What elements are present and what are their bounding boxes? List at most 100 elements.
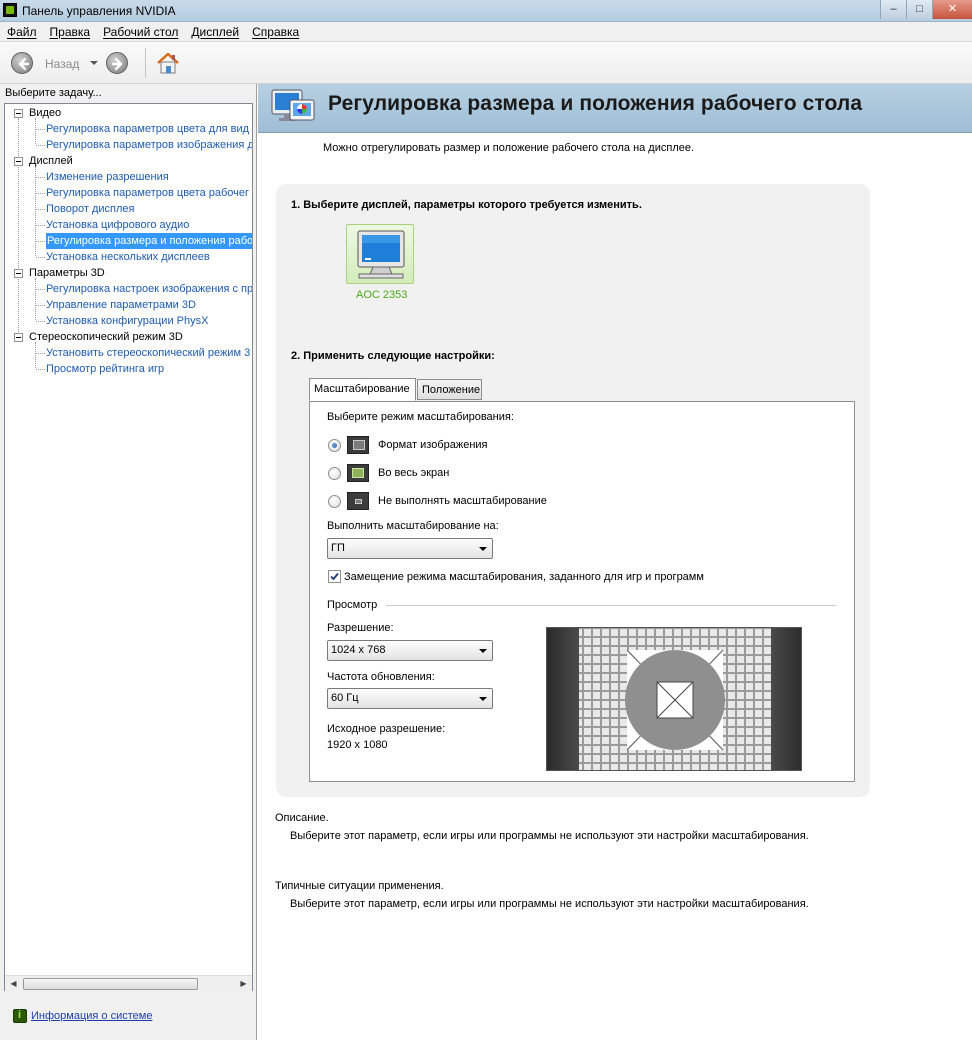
tree-item-3d-preview[interactable]: Регулировка настроек изображения с пр	[46, 281, 252, 297]
tab-scaling[interactable]: Масштабирование	[309, 378, 416, 401]
tree-item-physx[interactable]: Установка конфигурации PhysX	[46, 313, 208, 329]
tree-branch	[36, 209, 45, 210]
minimize-button[interactable]: –	[880, 0, 906, 19]
tree-item-video-image[interactable]: Регулировка параметров изображения д	[46, 137, 252, 153]
tree-branch	[36, 353, 45, 354]
scroll-thumb[interactable]	[23, 978, 198, 990]
tree-category-3d[interactable]: Параметры 3D	[29, 265, 105, 281]
system-info-link[interactable]: Информация о системе	[31, 1010, 152, 1022]
tree-branch	[36, 289, 45, 290]
home-button[interactable]	[155, 51, 181, 75]
native-resolution-label: Исходное разрешение:	[327, 723, 446, 735]
tree-line	[35, 278, 36, 320]
tree-branch	[36, 321, 45, 322]
tree-branch	[36, 225, 45, 226]
display-selector-aoc[interactable]	[346, 224, 414, 284]
tree-branch	[36, 257, 45, 258]
override-scaling-label[interactable]: Замещение режима масштабирования, заданн…	[344, 571, 704, 583]
forward-arrow-icon	[111, 57, 123, 71]
tree-category-stereo-3d[interactable]: Стереоскопический режим 3D	[29, 329, 183, 345]
scaling-tab-content: Выберите режим масштабирования: Формат и…	[309, 401, 855, 782]
resolution-select[interactable]: 1024 x 768	[327, 640, 493, 661]
usage-title: Типичные ситуации применения.	[275, 880, 444, 892]
content-pane: Регулировка размера и положения рабочего…	[258, 84, 972, 1040]
preview-section-label: Просмотр	[327, 599, 378, 611]
toolbar-separator	[145, 48, 146, 78]
tree-line	[35, 118, 36, 144]
tree-line	[35, 342, 36, 368]
option-no-scaling-label[interactable]: Не выполнять масштабирование	[378, 495, 547, 507]
tree-horizontal-scrollbar[interactable]: ◀ ▶	[5, 975, 252, 992]
history-dropdown-icon[interactable]	[90, 61, 98, 65]
tree-item-desktop-color[interactable]: Регулировка параметров цвета рабочег	[46, 185, 249, 201]
expander-stereo[interactable]	[14, 333, 23, 342]
toolbar: Назад	[0, 42, 972, 84]
radio-no-scaling[interactable]	[328, 495, 341, 508]
tree-item-rotate-display[interactable]: Поворот дисплея	[46, 201, 134, 217]
override-scaling-checkbox[interactable]	[328, 570, 341, 583]
tree-item-desktop-size-position[interactable]: Регулировка размера и положения рабо	[46, 233, 252, 249]
task-pane-label: Выберите задачу...	[5, 87, 102, 99]
refresh-rate-label: Частота обновления:	[327, 671, 435, 683]
scroll-left-icon[interactable]: ◀	[5, 976, 22, 992]
menu-file[interactable]: Файл	[0, 25, 43, 39]
task-pane: Выберите задачу... Видео Регулировка пар…	[0, 84, 257, 1040]
title-bar: Панель управления NVIDIA – □ ✕	[0, 0, 972, 22]
tree-item-digital-audio[interactable]: Установка цифрового аудио	[46, 217, 189, 233]
tree-line	[35, 166, 36, 256]
tree-item-3d-settings[interactable]: Управление параметрами 3D	[46, 297, 196, 313]
nvidia-app-icon	[3, 3, 17, 17]
task-tree: Видео Регулировка параметров цвета для в…	[4, 103, 253, 991]
radio-aspect-ratio[interactable]	[328, 439, 341, 452]
forward-button[interactable]	[106, 52, 128, 74]
perform-scaling-on-select[interactable]: ГП	[327, 538, 493, 559]
system-info: Информация о системе	[13, 1009, 152, 1023]
option-aspect-ratio-label[interactable]: Формат изображения	[378, 439, 488, 451]
tree-line	[18, 118, 19, 336]
expander-video[interactable]	[14, 109, 23, 118]
back-arrow-icon	[18, 57, 30, 71]
tree-branch	[36, 369, 45, 370]
expander-display[interactable]	[14, 157, 23, 166]
no-scaling-icon	[347, 492, 369, 510]
expander-3d[interactable]	[14, 269, 23, 278]
tree-item-change-resolution[interactable]: Изменение разрешения	[46, 169, 169, 185]
tree-item-video-color[interactable]: Регулировка параметров цвета для вид	[46, 121, 249, 137]
maximize-button[interactable]: □	[906, 0, 932, 19]
tree-branch	[36, 241, 45, 242]
tab-position[interactable]: Положение	[417, 379, 482, 400]
monitor-icon	[357, 230, 405, 279]
scroll-right-icon[interactable]: ▶	[235, 976, 252, 992]
page-title: Регулировка размера и положения рабочего…	[328, 92, 863, 115]
radio-full-screen[interactable]	[328, 467, 341, 480]
tree-branch	[36, 145, 45, 146]
tree-item-stereo-setup[interactable]: Установить стереоскопический режим 3	[46, 345, 250, 361]
option-full-screen-label[interactable]: Во весь экран	[378, 467, 449, 479]
tree-category-video[interactable]: Видео	[29, 105, 61, 121]
menu-help[interactable]: Справка	[245, 25, 305, 39]
test-pattern-image	[547, 628, 801, 770]
menu-bar: Файл Правка Рабочий стол Дисплей Справка	[0, 22, 972, 42]
menu-desktop[interactable]: Рабочий стол	[96, 25, 184, 39]
step-1-heading: 1. Выберите дисплей, параметры которого …	[291, 199, 642, 211]
window-title: Панель управления NVIDIA	[22, 4, 176, 18]
tree-item-game-ratings[interactable]: Просмотр рейтинга игр	[46, 361, 164, 377]
full-screen-scaling-icon	[347, 464, 369, 482]
tree-category-display[interactable]: Дисплей	[29, 153, 73, 169]
menu-edit[interactable]: Правка	[43, 25, 97, 39]
tree-branch	[36, 177, 45, 178]
checkmark-icon	[330, 572, 339, 581]
native-resolution-value: 1920 x 1080	[327, 739, 388, 751]
back-label[interactable]: Назад	[45, 57, 79, 71]
preview-divider	[386, 605, 836, 606]
resolution-label: Разрешение:	[327, 622, 394, 634]
menu-display[interactable]: Дисплей	[184, 25, 245, 39]
scaling-preview	[546, 627, 802, 771]
refresh-rate-select[interactable]: 60 Гц	[327, 688, 493, 709]
back-button[interactable]	[11, 52, 33, 74]
close-button[interactable]: ✕	[932, 0, 972, 19]
tree-branch	[36, 305, 45, 306]
desktop-display-icon	[271, 89, 315, 121]
page-intro: Можно отрегулировать размер и положение …	[323, 142, 695, 154]
tree-item-multiple-displays[interactable]: Установка нескольких дисплеев	[46, 249, 210, 265]
